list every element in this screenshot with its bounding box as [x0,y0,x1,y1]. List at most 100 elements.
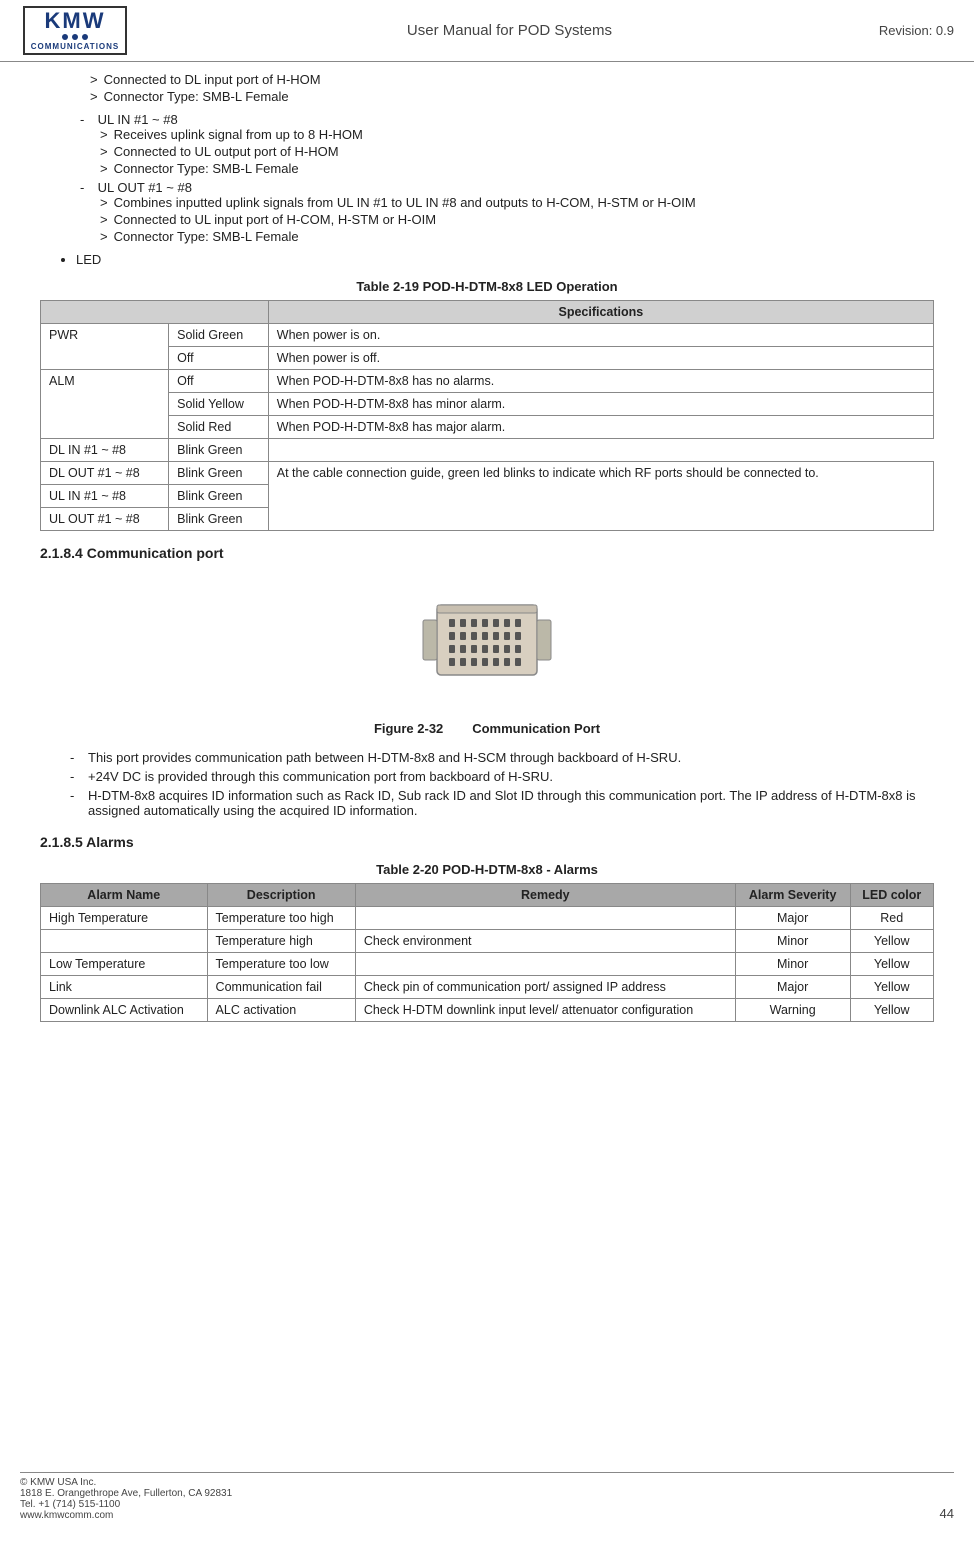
body-list-item: This port provides communication path be… [70,750,934,765]
section-2184-heading: 2.1.8.4 Communication port [40,545,934,561]
section-2184-body: This port provides communication path be… [70,750,934,818]
led-cell-col3: When POD-H-DTM-8x8 has no alarms. [268,370,933,393]
footer-tel: Tel. +1 (714) 515-1100 [20,1499,232,1510]
alarm-cell-name [41,930,208,953]
logo-comm: COMMUNICATIONS [31,42,120,51]
ul-in-label: UL IN #1 ~ #8 [98,112,178,127]
dash-ul-out: - UL OUT #1 ~ #8 Combines inputted uplin… [70,180,934,244]
alarm-cell-name: Link [41,976,208,999]
led-cell-col3: When power is on. [268,324,933,347]
logo-dot-row [62,34,88,40]
alarm-cell-led: Yellow [850,953,933,976]
alarm-table: Alarm NameDescriptionRemedyAlarm Severit… [40,883,934,1022]
led-cell-name: UL OUT #1 ~ #8 [41,508,169,531]
alarm-cell-desc: Communication fail [207,976,355,999]
alarm-th: Alarm Name [41,884,208,907]
logo-dot-3 [82,34,88,40]
page-header: KMW COMMUNICATIONS User Manual for POD S… [0,0,974,62]
led-cell-col2: Solid Yellow [169,393,269,416]
dash-ul-in: - UL IN #1 ~ #8 Receives uplink signal f… [70,112,934,176]
ul-in-sub-2: Connected to UL output port of H-HOM [100,144,934,159]
footer-web: www.kmwcomm.com [20,1510,232,1521]
top-bullets: Connected to DL input port of H-HOM Conn… [70,72,934,104]
led-cell-name: ALM [41,370,169,439]
ul-out-label: UL OUT #1 ~ #8 [98,180,192,195]
alarm-th: LED color [850,884,933,907]
led-cell-col2: Solid Red [169,416,269,439]
main-content: Connected to DL input port of H-HOM Conn… [0,72,974,1056]
led-table-title: Table 2-19 POD-H-DTM-8x8 LED Operation [40,279,934,294]
section-2185-heading: 2.1.8.5 Alarms [40,834,934,850]
logo-dot-2 [72,34,78,40]
led-th-empty [41,301,269,324]
led-label: LED [76,252,101,267]
alarm-cell-remedy [355,907,735,930]
led-cell-col2: Blink Green [169,439,269,462]
led-bullet-item: LED [76,252,934,267]
header-revision: Revision: 0.9 [879,23,954,38]
dash-prefix-1: - [80,112,94,127]
ul-out-sub-2: Connected to UL input port of H-COM, H-S… [100,212,934,227]
led-cell-col3: When power is off. [268,347,933,370]
led-cell-col3: When POD-H-DTM-8x8 has major alarm. [268,416,933,439]
alarm-cell-severity: Minor [735,953,850,976]
led-cell-name: UL IN #1 ~ #8 [41,485,169,508]
led-outer-list: LED [76,252,934,267]
alarm-cell-led: Yellow [850,976,933,999]
header-title: User Manual for POD Systems [140,22,879,39]
ul-out-sub-1: Combines inputted uplink signals from UL… [100,195,934,210]
alarm-cell-remedy: Check environment [355,930,735,953]
alarm-cell-desc: Temperature high [207,930,355,953]
led-cell-name: PWR [41,324,169,370]
footer-info: © KMW USA Inc. 1818 E. Orangethrope Ave,… [20,1477,232,1521]
dash-prefix-2: - [80,180,94,195]
logo-dot-1 [62,34,68,40]
ul-in-sub-3: Connector Type: SMB-L Female [100,161,934,176]
alarm-table-title: Table 2-20 POD-H-DTM-8x8 - Alarms [40,862,934,877]
alarm-cell-severity: Minor [735,930,850,953]
figure-area: Figure 2-32 Communication Port [40,575,934,736]
alarm-th: Alarm Severity [735,884,850,907]
sub-list-top: Connected to DL input port of H-HOM Conn… [90,72,934,104]
led-cell-name: DL OUT #1 ~ #8 [41,462,169,485]
ul-out-sub-3: Connector Type: SMB-L Female [100,229,934,244]
figure-num: Figure 2-32 [374,721,443,736]
sub-item-1: Connected to DL input port of H-HOM [90,72,934,87]
alarm-cell-severity: Warning [735,999,850,1022]
alarm-cell-desc: Temperature too low [207,953,355,976]
led-cell-name: DL IN #1 ~ #8 [41,439,169,462]
led-th-specs: Specifications [268,301,933,324]
figure-title: Communication Port [472,721,600,736]
figure-caption: Figure 2-32 Communication Port [374,721,600,736]
led-cell-col2: Blink Green [169,508,269,531]
list-item: Connected to DL input port of H-HOM Conn… [70,72,934,104]
footer-page: 44 [940,1506,954,1521]
alarm-cell-desc: ALC activation [207,999,355,1022]
body-list-item: +24V DC is provided through this communi… [70,769,934,784]
led-cell-col3: At the cable connection guide, green led… [268,462,933,531]
alarm-cell-remedy: Check pin of communication port/ assigne… [355,976,735,999]
led-cell-col3: When POD-H-DTM-8x8 has minor alarm. [268,393,933,416]
alarm-th: Remedy [355,884,735,907]
led-cell-col2: Solid Green [169,324,269,347]
communication-port-figure [377,575,597,715]
ul-out-subs: Combines inputted uplink signals from UL… [100,195,934,244]
page-footer: © KMW USA Inc. 1818 E. Orangethrope Ave,… [20,1472,954,1521]
body-list-item: H-DTM-8x8 acquires ID information such a… [70,788,934,818]
alarm-cell-remedy: Check H-DTM downlink input level/ attenu… [355,999,735,1022]
led-cell-col2: Blink Green [169,485,269,508]
led-table: Specifications PWRSolid GreenWhen power … [40,300,934,531]
alarm-cell-name: High Temperature [41,907,208,930]
footer-address: 1818 E. Orangethrope Ave, Fullerton, CA … [20,1488,232,1499]
led-cell-col2: Off [169,347,269,370]
alarm-cell-led: Yellow [850,930,933,953]
alarm-cell-severity: Major [735,907,850,930]
led-cell-col2: Blink Green [169,462,269,485]
alarm-cell-led: Yellow [850,999,933,1022]
alarm-cell-name: Low Temperature [41,953,208,976]
alarm-cell-led: Red [850,907,933,930]
alarm-th: Description [207,884,355,907]
alarm-cell-name: Downlink ALC Activation [41,999,208,1022]
logo-letters: KMW [45,10,106,32]
ul-in-sub-1: Receives uplink signal from up to 8 H-HO… [100,127,934,142]
